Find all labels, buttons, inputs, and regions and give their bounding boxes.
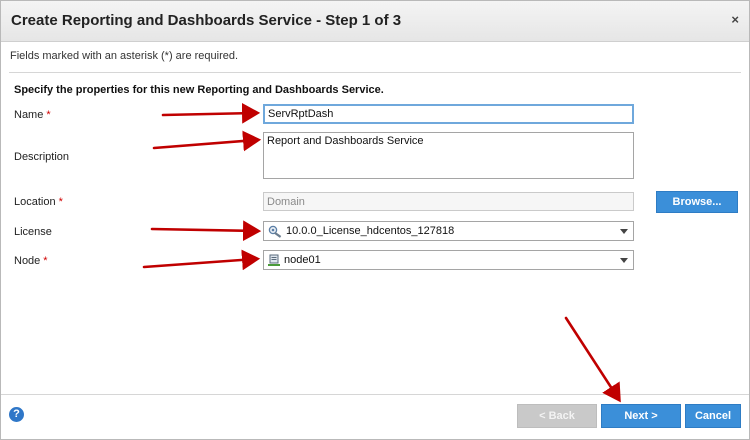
location-label: Location * (14, 196, 63, 208)
close-icon[interactable]: × (731, 12, 739, 27)
description-value: Report and Dashboards Service (267, 135, 424, 147)
description-textarea[interactable]: Report and Dashboards Service (263, 132, 634, 179)
node-label: Node * (14, 255, 48, 267)
browse-button[interactable]: Browse... (656, 191, 738, 213)
node-required-mark: * (43, 255, 48, 267)
dialog-titlebar: Create Reporting and Dashboards Service … (1, 1, 749, 42)
back-button[interactable]: < Back (517, 404, 597, 428)
node-value: node01 (284, 254, 321, 266)
location-input: Domain (263, 192, 634, 211)
name-required-mark: * (46, 109, 51, 121)
description-label: Description (14, 151, 70, 163)
license-value: 10.0.0_License_hdcentos_127818 (286, 225, 455, 237)
license-select[interactable]: 10.0.0_License_hdcentos_127818 (263, 221, 634, 241)
help-icon[interactable]: ? (9, 407, 24, 422)
dialog-title: Create Reporting and Dashboards Service … (11, 12, 402, 29)
next-button[interactable]: Next > (601, 404, 681, 428)
divider (9, 72, 741, 73)
node-server-icon (268, 254, 282, 270)
footer-divider (1, 394, 749, 395)
name-input[interactable]: ServRptDash (263, 104, 634, 124)
chevron-down-icon[interactable] (620, 258, 628, 263)
location-value: Domain (267, 196, 305, 208)
required-fields-note: Fields marked with an asterisk (*) are r… (10, 50, 239, 62)
name-label-text: Name (14, 109, 44, 121)
license-key-icon (268, 225, 284, 241)
location-label-text: Location (14, 196, 56, 208)
name-label: Name * (14, 109, 51, 121)
cancel-button[interactable]: Cancel (685, 404, 741, 428)
license-label: License (14, 226, 52, 238)
section-heading: Specify the properties for this new Repo… (14, 84, 384, 96)
node-select[interactable]: node01 (263, 250, 634, 270)
chevron-down-icon[interactable] (620, 229, 628, 234)
node-label-text: Node (14, 255, 41, 267)
name-input-value: ServRptDash (268, 108, 334, 120)
create-service-dialog: Create Reporting and Dashboards Service … (0, 0, 750, 440)
location-required-mark: * (58, 196, 63, 208)
